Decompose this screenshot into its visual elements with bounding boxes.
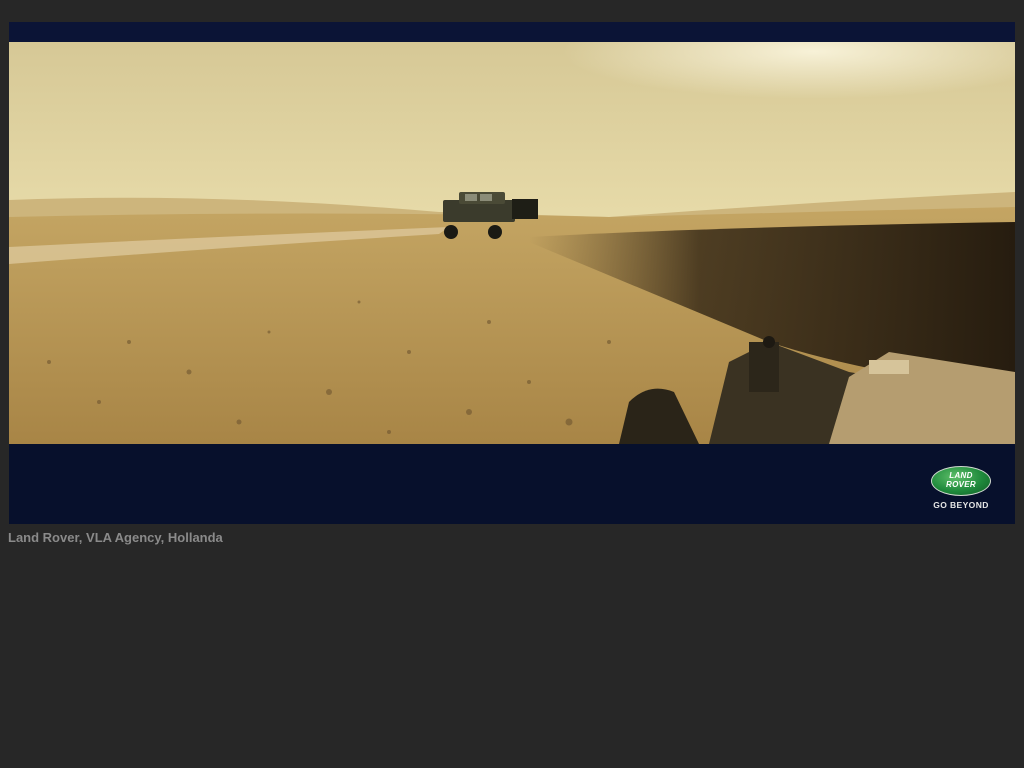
brand-oval-icon: LAND ROVER xyxy=(931,466,991,496)
brand-oval-text: LAND ROVER xyxy=(932,471,990,489)
brand-line1: LAND xyxy=(949,471,973,480)
desert-landscape-photo xyxy=(9,42,1015,444)
advert-frame: LAND ROVER GO BEYOND xyxy=(9,22,1015,524)
advert-bottom-band: LAND ROVER GO BEYOND xyxy=(9,444,1015,524)
brand-tagline: GO BEYOND xyxy=(933,500,989,510)
image-caption: Land Rover, VLA Agency, Hollanda xyxy=(8,530,223,545)
advert-top-band xyxy=(9,22,1015,42)
brand-line2: ROVER xyxy=(946,480,976,489)
land-rover-logo: LAND ROVER GO BEYOND xyxy=(925,466,997,514)
